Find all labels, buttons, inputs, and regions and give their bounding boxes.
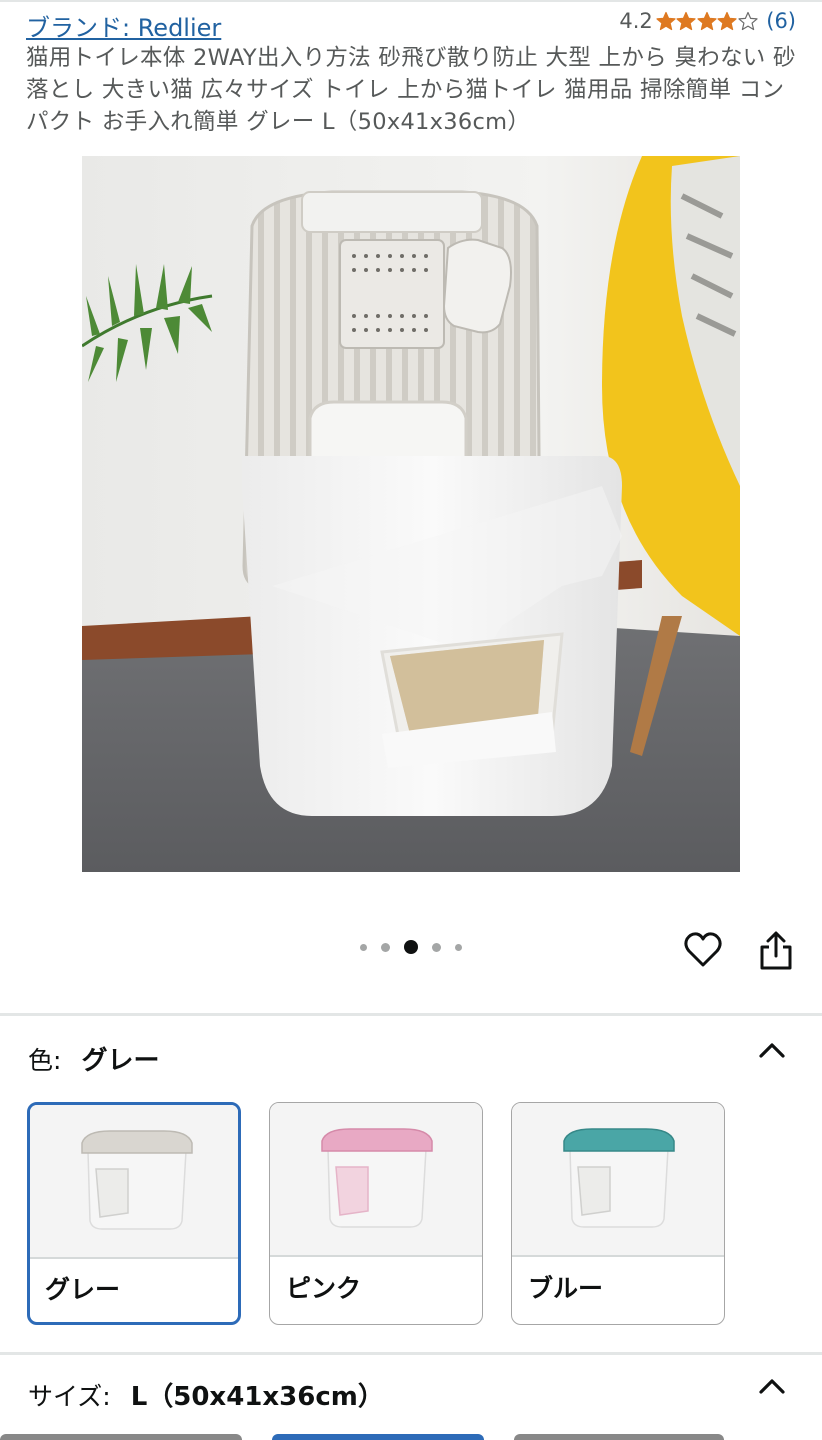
- star-icon: [738, 11, 758, 31]
- product-title: 猫用トイレ本体 2WAY出入り方法 砂飛び散り防止 大型 上から 臭わない 砂落…: [26, 45, 796, 135]
- litter-box-thumbnail: [563, 1128, 675, 1228]
- color-section-header[interactable]: 色: グレー: [28, 1040, 159, 1077]
- carousel-dot[interactable]: [455, 943, 462, 951]
- size-label: サイズ:: [28, 1382, 111, 1411]
- star-rating: [656, 11, 759, 31]
- star-icon: [676, 11, 696, 31]
- color-selected-value: グレー: [81, 1046, 160, 1076]
- litter-box-thumbnail: [81, 1130, 193, 1230]
- carousel-dot[interactable]: [432, 942, 441, 952]
- rating-summary[interactable]: 4.2 (6): [619, 9, 796, 33]
- swatch-image: [270, 1103, 482, 1255]
- share-button[interactable]: [756, 930, 796, 972]
- carousel-dot-active[interactable]: [404, 940, 418, 954]
- size-option-peek[interactable]: [0, 1434, 242, 1440]
- size-selected-value: L（50x41x36cm）: [130, 1382, 384, 1412]
- star-icon: [656, 11, 676, 31]
- chevron-up-icon: [759, 1379, 785, 1394]
- share-icon: [760, 931, 792, 970]
- product-image[interactable]: [82, 156, 740, 872]
- heart-icon: [684, 932, 722, 967]
- swatch-label: ピンク: [286, 1274, 362, 1303]
- chevron-up-icon: [759, 1043, 785, 1058]
- litter-box-photo: [82, 156, 740, 872]
- section-divider: [0, 1013, 822, 1016]
- color-option-pink[interactable]: ピンク: [269, 1102, 483, 1325]
- swatch-label: ブルー: [528, 1274, 604, 1303]
- rating-value: 4.2: [619, 9, 653, 33]
- litter-box-thumbnail: [321, 1128, 433, 1228]
- section-divider: [0, 1352, 822, 1355]
- color-label: 色:: [28, 1046, 62, 1075]
- color-option-gray[interactable]: グレー: [27, 1102, 241, 1325]
- size-option-peek[interactable]: [272, 1434, 484, 1440]
- swatch-divider: [512, 1255, 724, 1257]
- color-option-blue[interactable]: ブルー: [511, 1102, 725, 1325]
- color-section-toggle[interactable]: [758, 1040, 786, 1060]
- star-icon: [717, 11, 737, 31]
- carousel-dot[interactable]: [381, 942, 390, 952]
- brand-link[interactable]: ブランド: Redlier: [26, 8, 221, 43]
- size-option-peek[interactable]: [514, 1434, 724, 1440]
- swatch-image: [512, 1103, 724, 1255]
- swatch-image: [30, 1105, 238, 1257]
- size-section-header[interactable]: サイズ: L（50x41x36cm）: [28, 1376, 384, 1413]
- star-icon: [697, 11, 717, 31]
- wishlist-button[interactable]: [683, 930, 723, 970]
- carousel-dot[interactable]: [360, 943, 367, 951]
- swatch-label: グレー: [45, 1275, 121, 1304]
- swatch-divider: [270, 1255, 482, 1257]
- top-rule: [0, 0, 822, 2]
- size-section-toggle[interactable]: [758, 1376, 786, 1396]
- review-count[interactable]: (6): [766, 9, 796, 33]
- swatch-divider: [30, 1257, 238, 1259]
